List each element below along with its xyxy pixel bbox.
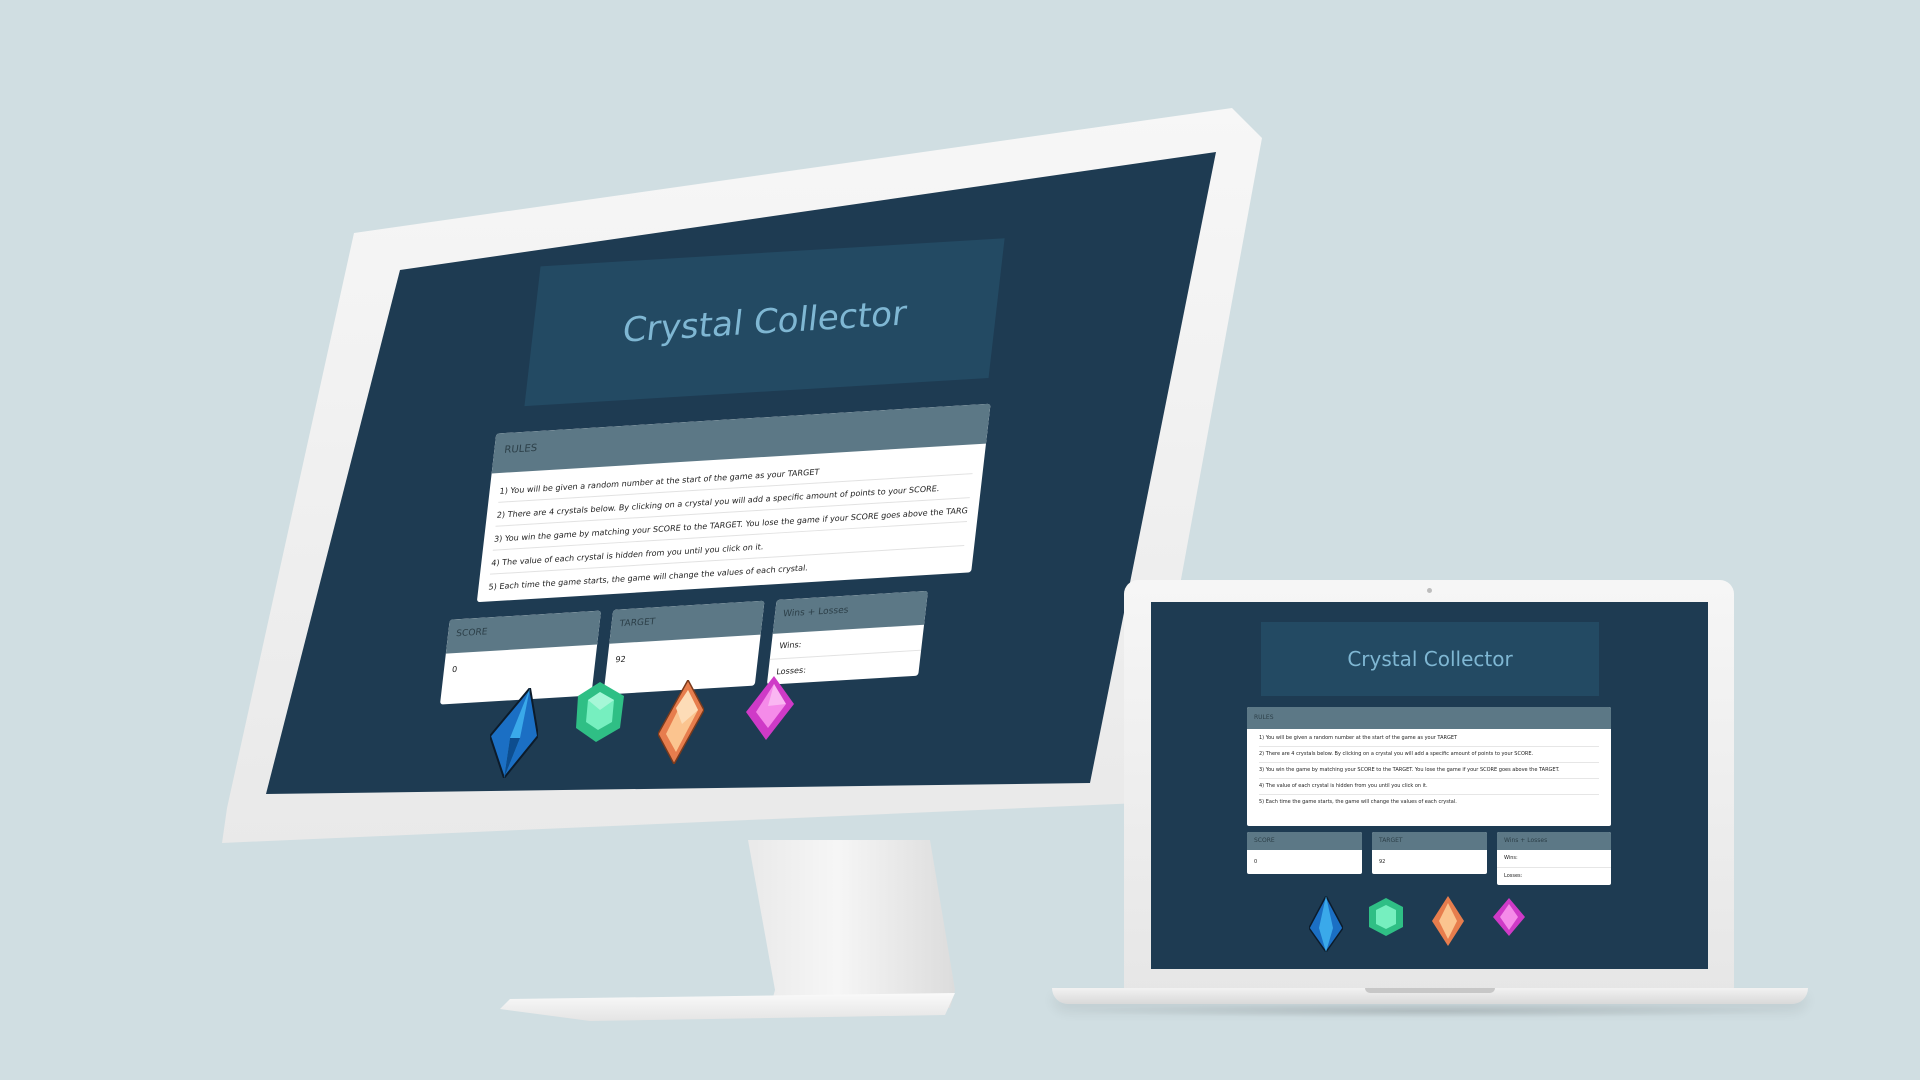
mockup-scene: Crystal Collector RULES 1) You will be g… — [0, 0, 1920, 1080]
laptop-app: Crystal Collector RULES 1) You will be g… — [1151, 602, 1708, 969]
app-title: Crystal Collector — [524, 238, 1005, 407]
target-heading: TARGET — [1372, 832, 1487, 850]
score-heading: SCORE — [1247, 832, 1362, 850]
laptop-screen: Crystal Collector RULES 1) You will be g… — [1151, 602, 1708, 969]
wins-label: Wins: — [1497, 850, 1611, 868]
rules-panel: RULES 1) You will be given a random numb… — [476, 403, 991, 603]
orange-crystal-icon[interactable] — [658, 680, 704, 764]
laptop-camera — [1427, 588, 1432, 593]
target-panel: TARGET 92 — [1372, 832, 1487, 874]
app-title: Crystal Collector — [1261, 622, 1599, 696]
score-panel: SCORE 0 — [1247, 832, 1362, 874]
rule-item: 1) You will be given a random number at … — [1259, 731, 1599, 747]
pink-crystal-icon[interactable] — [1493, 898, 1525, 936]
blue-crystal-icon[interactable] — [1309, 896, 1343, 952]
pink-crystal-icon[interactable] — [746, 676, 794, 740]
desktop-monitor-foot — [500, 993, 955, 1021]
laptop-shadow — [1060, 1004, 1800, 1018]
rules-panel: RULES 1) You will be given a random numb… — [1247, 707, 1611, 826]
orange-crystal-icon[interactable] — [1432, 896, 1464, 946]
rules-heading: RULES — [1247, 707, 1611, 729]
green-crystal-icon[interactable] — [1369, 898, 1403, 936]
record-heading: Wins + Losses — [1497, 832, 1611, 850]
desktop-monitor-stand — [748, 840, 955, 1008]
laptop-opening-notch — [1365, 988, 1495, 993]
record-panel: Wins + Losses Wins: Losses: — [1497, 832, 1611, 885]
rule-item: 3) You win the game by matching your SCO… — [1259, 763, 1599, 779]
score-value: 0 — [1254, 859, 1258, 865]
record-panel: Wins + Losses Wins: Losses: — [766, 590, 928, 685]
target-value: 92 — [1379, 859, 1386, 865]
rule-item: 4) The value of each crystal is hidden f… — [1259, 779, 1599, 795]
rule-item: 5) Each time the game starts, the game w… — [1259, 799, 1457, 805]
green-crystal-icon[interactable] — [576, 682, 624, 742]
blue-crystal-icon[interactable] — [490, 688, 538, 778]
losses-label: Losses: — [1504, 873, 1523, 879]
rule-item: 2) There are 4 crystals below. By clicki… — [1259, 747, 1599, 763]
